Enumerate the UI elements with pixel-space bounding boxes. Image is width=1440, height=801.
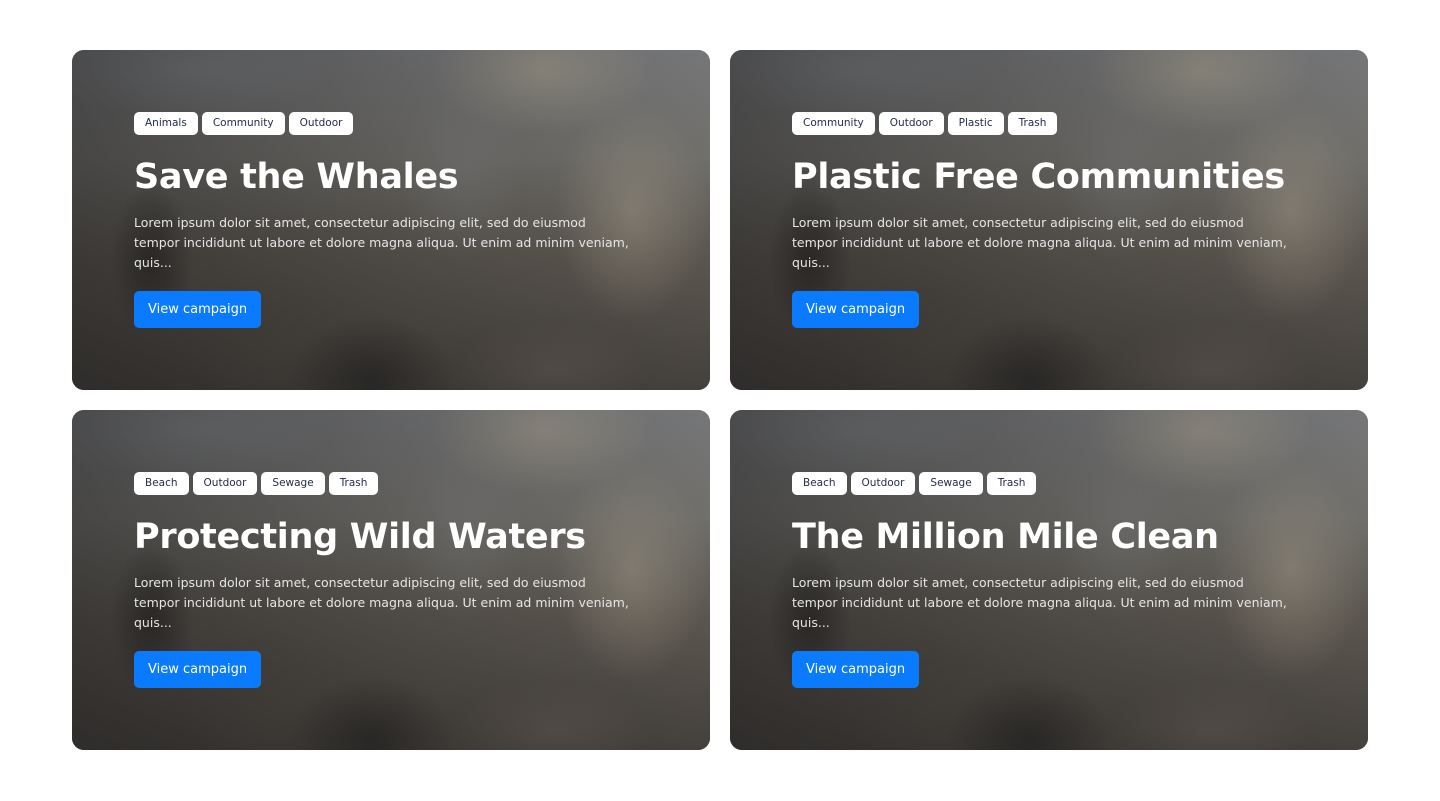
- tag[interactable]: Community: [792, 112, 875, 135]
- tag-list: Community Outdoor Plastic Trash: [792, 112, 1328, 135]
- tag[interactable]: Outdoor: [288, 112, 354, 135]
- view-campaign-button[interactable]: View campaign: [792, 291, 920, 328]
- campaign-description: Lorem ipsum dolor sit amet, consectetur …: [134, 575, 629, 630]
- tag[interactable]: Sewage: [919, 472, 983, 495]
- card-content: Community Outdoor Plastic Trash Plastic …: [792, 112, 1328, 273]
- view-campaign-button[interactable]: View campaign: [792, 651, 920, 688]
- campaign-card[interactable]: Beach Outdoor Sewage Trash Protecting Wi…: [72, 410, 710, 750]
- view-campaign-button[interactable]: View campaign: [134, 291, 262, 328]
- tag-list: Beach Outdoor Sewage Trash: [134, 472, 670, 495]
- tag[interactable]: Animals: [134, 112, 198, 135]
- tag-list: Animals Community Outdoor: [134, 112, 670, 135]
- campaign-title: Plastic Free Communities: [792, 157, 1285, 197]
- campaign-title: Protecting Wild Waters: [134, 517, 586, 557]
- tag[interactable]: Outdoor: [850, 472, 916, 495]
- tag[interactable]: Trash: [986, 472, 1037, 495]
- view-campaign-button[interactable]: View campaign: [134, 651, 262, 688]
- campaign-description: Lorem ipsum dolor sit amet, consectetur …: [792, 215, 1287, 270]
- campaign-card[interactable]: Community Outdoor Plastic Trash Plastic …: [730, 50, 1368, 390]
- tag[interactable]: Trash: [1007, 112, 1058, 135]
- card-content: Animals Community Outdoor Save the Whale…: [134, 112, 670, 273]
- campaign-card[interactable]: Animals Community Outdoor Save the Whale…: [72, 50, 710, 390]
- tag[interactable]: Outdoor: [192, 472, 258, 495]
- tag[interactable]: Beach: [134, 472, 189, 495]
- tag-list: Beach Outdoor Sewage Trash: [792, 472, 1328, 495]
- campaign-description: Lorem ipsum dolor sit amet, consectetur …: [792, 575, 1287, 630]
- tag[interactable]: Beach: [792, 472, 847, 495]
- campaign-grid: Animals Community Outdoor Save the Whale…: [72, 50, 1368, 750]
- card-content: Beach Outdoor Sewage Trash The Million M…: [792, 472, 1328, 633]
- tag[interactable]: Trash: [328, 472, 379, 495]
- tag[interactable]: Community: [201, 112, 285, 135]
- tag[interactable]: Plastic: [947, 112, 1004, 135]
- campaign-title: Save the Whales: [134, 157, 459, 197]
- campaign-card[interactable]: Beach Outdoor Sewage Trash The Million M…: [730, 410, 1368, 750]
- tag[interactable]: Sewage: [261, 472, 325, 495]
- campaign-description: Lorem ipsum dolor sit amet, consectetur …: [134, 215, 629, 270]
- card-content: Beach Outdoor Sewage Trash Protecting Wi…: [134, 472, 670, 633]
- campaign-title: The Million Mile Clean: [792, 517, 1219, 557]
- tag[interactable]: Outdoor: [878, 112, 944, 135]
